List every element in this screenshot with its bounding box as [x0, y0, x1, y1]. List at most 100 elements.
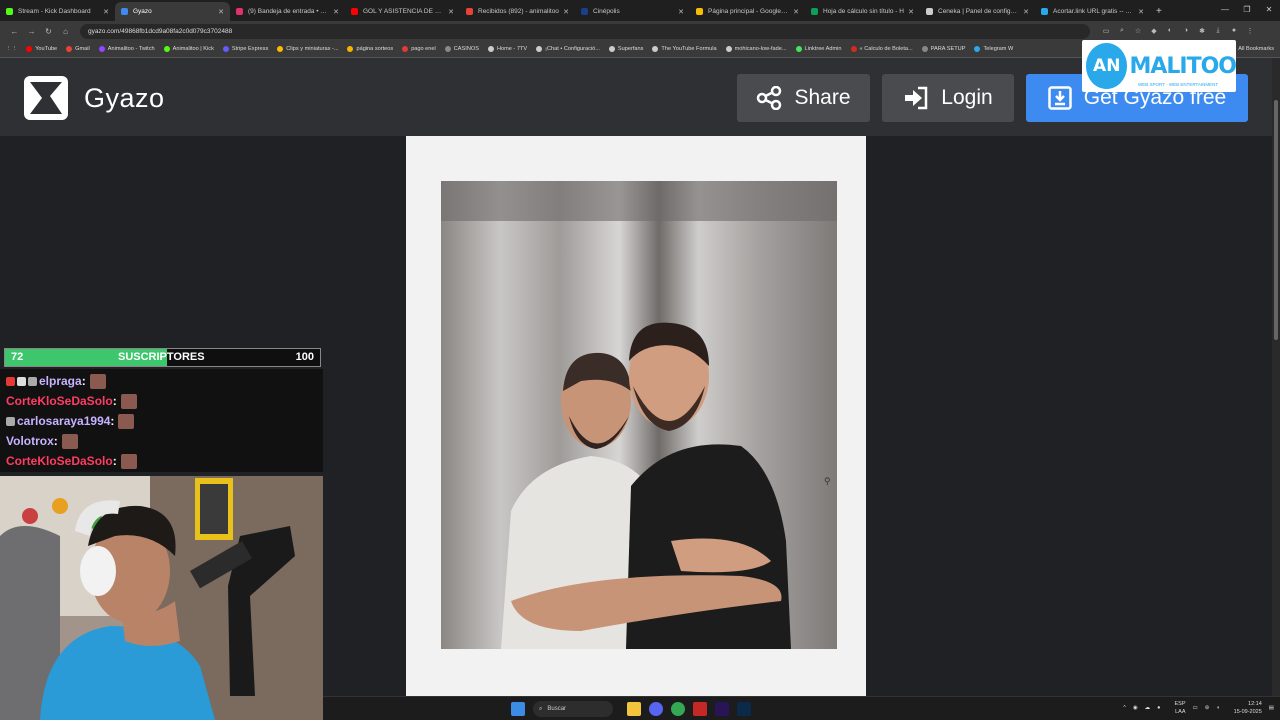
- extension-icon[interactable]: ◆: [1146, 27, 1162, 35]
- tab-label: Cinépolis: [593, 8, 620, 15]
- tab-close-icon[interactable]: ✕: [678, 8, 684, 16]
- bookmark-item[interactable]: Clips y miniaturas -...: [277, 46, 338, 52]
- network-icon[interactable]: ⊚: [1205, 705, 1210, 711]
- forward-icon[interactable]: →: [23, 27, 40, 36]
- browser-tab[interactable]: (9) Bandeja de entrada • Cha ✕: [230, 2, 345, 21]
- bookmark-label: Superfans: [617, 46, 644, 52]
- extension-icon[interactable]: ◑: [1178, 27, 1194, 35]
- bookmark-item[interactable]: « Calculo de Boleta...: [850, 46, 913, 52]
- bookmark-label: Linktree Admin: [804, 46, 842, 52]
- zoom-icon[interactable]: ⌕: [1114, 27, 1130, 35]
- url-field[interactable]: gyazo.com/49868fb1dcd9a08fa2c0d079c37024…: [80, 23, 1090, 39]
- browser-tab[interactable]: GOL Y ASISTENCIA DE MBAPP✕: [345, 2, 460, 21]
- menu-icon[interactable]: ⋮: [1242, 27, 1258, 35]
- chat-username: CorteKloSeDaSolo: [6, 394, 113, 408]
- bookmark-item[interactable]: pago enel: [402, 46, 436, 52]
- photoshop-icon[interactable]: [737, 702, 751, 716]
- browser-tab[interactable]: Página principal - Google Dri ✕: [690, 2, 805, 21]
- browser-tab[interactable]: Acortar.link URL gratis -- acor ✕: [1035, 2, 1150, 21]
- bookmark-item[interactable]: Stripe Express: [222, 46, 268, 52]
- tab-favicon-icon: [811, 8, 818, 15]
- bookmark-item[interactable]: Superfans: [608, 46, 644, 52]
- tab-close-icon[interactable]: ✕: [103, 8, 109, 16]
- search-icon: ⌕: [539, 705, 543, 712]
- bookmark-item[interactable]: The YouTube Formula: [652, 46, 717, 52]
- bookmark-favicon-icon: [26, 46, 33, 52]
- bookmark-label: pago enel: [411, 46, 436, 52]
- bookmark-item[interactable]: Home - 7TV: [487, 46, 527, 52]
- browser-tab[interactable]: Ceneka | Panel de configurac ✕: [920, 2, 1035, 21]
- browser-tab[interactable]: Gyazo ✕: [115, 2, 230, 21]
- tab-close-icon[interactable]: ✕: [908, 8, 914, 16]
- taskbar-search-placeholder: Buscar: [547, 706, 567, 712]
- tab-favicon-icon: [351, 8, 358, 15]
- minimize-icon[interactable]: —: [1214, 0, 1236, 20]
- bookmark-item[interactable]: Telegram W: [974, 46, 1013, 52]
- clock[interactable]: 12:14 15-09-2025: [1227, 700, 1262, 716]
- language-indicator[interactable]: ESP LAA: [1168, 700, 1186, 716]
- share-button[interactable]: Share: [737, 74, 870, 122]
- tab-close-icon[interactable]: ✕: [793, 8, 799, 16]
- tray-mic-icon[interactable]: ●: [1157, 705, 1160, 711]
- bookmark-item[interactable]: YouTube: [26, 46, 57, 52]
- windows-start-icon[interactable]: [511, 702, 525, 716]
- scrollbar-thumb[interactable]: [1274, 100, 1278, 340]
- bookmark-favicon-icon: [608, 46, 615, 52]
- uploaded-photo[interactable]: [441, 181, 837, 649]
- file-explorer-icon[interactable]: [627, 702, 641, 716]
- bookmark-label: PARA SETUP: [930, 46, 966, 52]
- tab-close-icon[interactable]: ✕: [448, 8, 454, 16]
- volume-icon[interactable]: ◖: [1216, 705, 1219, 711]
- bookmark-favicon-icon: [444, 46, 451, 52]
- profile-avatar-icon[interactable]: ●: [1226, 27, 1242, 35]
- extensions-puzzle-icon[interactable]: ✱: [1194, 27, 1210, 35]
- browser-tab[interactable]: Stream - Kick Dashboard ✕: [0, 2, 115, 21]
- home-icon[interactable]: ⌂: [57, 27, 74, 36]
- bookmark-item[interactable]: PARA SETUP: [921, 46, 966, 52]
- chat-emote-icon: [61, 433, 78, 449]
- tab-close-icon[interactable]: ✕: [218, 8, 224, 16]
- new-tab-icon[interactable]: +: [1150, 2, 1168, 21]
- chat-message: CorteKloSeDaSolo:: [6, 391, 317, 411]
- bookmark-item[interactable]: ¡Chat • Configuració...: [536, 46, 600, 52]
- all-bookmarks-button[interactable]: All Bookmarks: [1238, 41, 1274, 57]
- reload-icon[interactable]: ↻: [40, 27, 57, 36]
- bookmark-item[interactable]: Animalitoo | Kick: [163, 46, 214, 52]
- premiere-icon[interactable]: [715, 702, 729, 716]
- streaming-app-icon[interactable]: [693, 702, 707, 716]
- tray-app-icon[interactable]: ◉: [1133, 705, 1138, 711]
- tab-close-icon[interactable]: ✕: [1138, 8, 1144, 16]
- apps-grid-icon[interactable]: ⋮⋮: [6, 46, 17, 52]
- tray-chevron-icon[interactable]: ^: [1123, 705, 1126, 711]
- browser-tab[interactable]: Cinépolis ✕: [575, 2, 690, 21]
- browser-tab[interactable]: Recibidos (892) - animalitoo ✕: [460, 2, 575, 21]
- chat-separator: :: [110, 414, 115, 428]
- tray-cloud-icon[interactable]: ☁: [1145, 705, 1151, 711]
- cast-icon[interactable]: ▭: [1098, 27, 1114, 35]
- chrome-icon[interactable]: [671, 702, 685, 716]
- tab-close-icon[interactable]: ✕: [563, 8, 569, 16]
- clock-date: 15-09-2025: [1233, 709, 1262, 715]
- login-button[interactable]: Login: [882, 74, 1014, 122]
- taskbar-search[interactable]: ⌕ Buscar: [533, 701, 613, 717]
- bookmark-item[interactable]: Animalitoo - Twitch: [98, 46, 155, 52]
- extension-icon[interactable]: ◐: [1162, 27, 1178, 35]
- notifications-icon[interactable]: ▤: [1269, 705, 1274, 711]
- maximize-icon[interactable]: ❐: [1236, 0, 1258, 20]
- bookmark-item[interactable]: Gmail: [66, 46, 90, 52]
- gyazo-logo[interactable]: Gyazo: [24, 76, 165, 120]
- tab-close-icon[interactable]: ✕: [333, 8, 339, 16]
- tab-close-icon[interactable]: ✕: [1023, 8, 1029, 16]
- back-icon[interactable]: ←: [6, 27, 23, 36]
- close-window-icon[interactable]: ✕: [1258, 0, 1280, 20]
- bookmark-item[interactable]: mohicano-low-fade...: [725, 46, 787, 52]
- bookmark-item[interactable]: página sorteos: [347, 46, 393, 52]
- download-icon[interactable]: ⤓: [1210, 27, 1226, 35]
- bookmark-item[interactable]: Linktree Admin: [795, 46, 842, 52]
- bookmark-item[interactable]: CASINOS: [444, 46, 479, 52]
- browser-tab[interactable]: Hoja de cálculo sin título - H ✕: [805, 2, 920, 21]
- language-code: ESP: [1174, 701, 1186, 707]
- discord-icon[interactable]: [649, 702, 663, 716]
- display-icon[interactable]: ▭: [1193, 705, 1198, 711]
- bookmark-star-icon[interactable]: ☆: [1130, 27, 1146, 35]
